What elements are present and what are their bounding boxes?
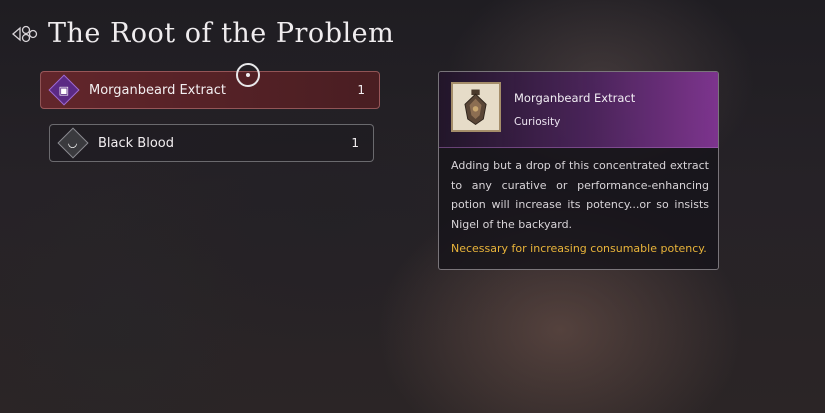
page-title: The Root of the Problem bbox=[48, 18, 395, 49]
detail-header: Morganbeard Extract Curiosity bbox=[439, 72, 718, 148]
item-name: Morganbeard Extract bbox=[89, 82, 227, 98]
item-detail-panel: Morganbeard Extract Curiosity Adding but… bbox=[438, 71, 719, 270]
detail-description: Adding but a drop of this concentrated e… bbox=[451, 159, 709, 231]
cursor-icon bbox=[236, 63, 260, 87]
item-name: Black Blood bbox=[98, 135, 174, 151]
extract-bottle-icon bbox=[451, 82, 501, 132]
quest-emblem-icon bbox=[12, 25, 38, 42]
item-count: 1 bbox=[357, 83, 365, 97]
bowl-icon: ◡ bbox=[57, 127, 89, 159]
chest-icon: ▣ bbox=[48, 74, 80, 106]
list-item-morganbeard-extract[interactable]: ▣ Morganbeard Extract 1 bbox=[40, 71, 380, 109]
item-count: 1 bbox=[351, 136, 359, 150]
detail-note: Necessary for increasing consumable pote… bbox=[451, 242, 707, 255]
detail-category: Curiosity bbox=[514, 116, 561, 128]
list-item-black-blood[interactable]: ◡ Black Blood 1 bbox=[49, 124, 374, 162]
detail-name: Morganbeard Extract bbox=[514, 91, 636, 105]
title-bar: The Root of the Problem bbox=[10, 18, 394, 49]
